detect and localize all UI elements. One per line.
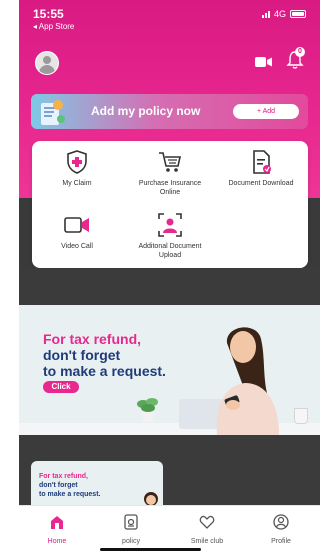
add-policy-banner[interactable]: Add my policy now + Add [31, 94, 308, 129]
status-bar: 15:55 ◂ App Store [33, 7, 74, 31]
network-type: 4G [273, 9, 286, 19]
status-indicators: 4G [261, 9, 306, 19]
battery-icon [290, 10, 306, 18]
tax-headline-2: don't forget [43, 347, 121, 363]
profile-icon [273, 514, 289, 530]
woman-illustration [216, 327, 279, 435]
menu-label: Purchase Insurance Online [138, 180, 202, 196]
tax-refund-card[interactable]: For tax refund, don't forget to make a r… [31, 461, 163, 505]
app-screen: 15:55 ◂ App Store 4G 0 Add my policy now… [19, 0, 320, 558]
shopping-cart-icon [159, 152, 181, 172]
woman-illustration-small [144, 492, 158, 505]
upload-person-icon [158, 213, 182, 237]
signal-icon [261, 10, 270, 18]
menu-item-my-claim[interactable]: My Claim [37, 149, 117, 188]
menu-label: Additonal Document Upload [138, 243, 202, 259]
menu-item-purchase-insurance[interactable]: Purchase Insurance Online [130, 149, 210, 197]
quick-menu-card: My Claim Purchase Insurance Online Docum… [32, 141, 308, 268]
video-camera-icon[interactable] [255, 56, 273, 68]
tax-refund-banner[interactable]: For tax refund, don't forget to make a r… [19, 305, 320, 435]
policy-document-illustration [41, 100, 65, 125]
menu-item-additional-upload[interactable]: Additonal Document Upload [130, 212, 210, 260]
card-line-2: don't forget [39, 482, 78, 489]
tax-headline-3: to make a request. [43, 363, 166, 379]
add-policy-title: Add my policy now [91, 104, 201, 118]
tax-click-button[interactable]: Click [43, 381, 79, 393]
nav-label: policy [122, 538, 140, 545]
cup-illustration [294, 408, 308, 424]
video-call-icon [64, 217, 89, 233]
add-policy-button[interactable]: + Add [233, 104, 299, 119]
tax-headline-1: For tax refund, [43, 331, 142, 347]
menu-item-document-download[interactable]: Document Download [221, 149, 301, 188]
plant-illustration [137, 398, 158, 422]
status-time: 15:55 [33, 7, 64, 21]
notification-badge: 0 [295, 47, 305, 57]
nav-label: Smile club [190, 538, 224, 545]
nav-label: Home [47, 538, 67, 545]
nav-smile-club[interactable]: Smile club [177, 514, 237, 545]
shield-plus-icon [67, 150, 87, 174]
divider-band [19, 268, 320, 306]
home-indicator [100, 548, 201, 551]
menu-label: My Claim [62, 180, 92, 187]
heart-icon [199, 515, 215, 529]
menu-label: Document Download [228, 180, 294, 187]
card-line-1: For tax refund, [39, 473, 89, 480]
card-line-3: to make a request. [39, 491, 101, 498]
menu-item-video-call[interactable]: Video Call [37, 212, 117, 251]
nav-label: Profile [271, 538, 291, 545]
back-to-app-store[interactable]: ◂ App Store [33, 22, 74, 31]
menu-label: Video Call [61, 243, 93, 250]
home-icon [51, 516, 63, 529]
nav-home[interactable]: Home [27, 514, 87, 545]
policy-icon [124, 514, 138, 530]
avatar[interactable] [35, 51, 59, 75]
nav-profile[interactable]: Profile [251, 514, 311, 545]
document-download-icon [253, 150, 271, 174]
nav-policy[interactable]: policy [101, 514, 161, 545]
